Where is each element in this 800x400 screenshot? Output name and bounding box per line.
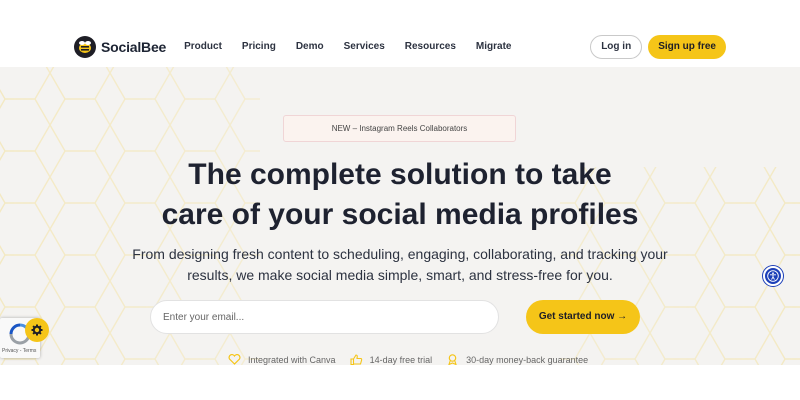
cookie-settings-button[interactable] — [25, 318, 49, 342]
nav-link-resources[interactable]: Resources — [405, 27, 456, 67]
accessibility-icon — [767, 270, 779, 282]
nav-link-migrate[interactable]: Migrate — [476, 27, 512, 67]
gear-icon — [31, 324, 43, 336]
feature-guarantee: 30-day money-back guarantee — [446, 354, 588, 365]
feature-trial: 14-day free trial — [350, 354, 433, 365]
login-button[interactable]: Log in — [590, 35, 643, 59]
subhead-line-2: results, we make social media simple, sm… — [187, 267, 613, 283]
feature-list: Integrated with Canva 14-day free trial … — [228, 354, 602, 365]
hero-subheading: From designing fresh content to scheduli… — [100, 244, 700, 286]
top-navbar: SocialBee Product Pricing Demo Services … — [62, 27, 738, 67]
hero-headline: The complete solution to take care of yo… — [0, 155, 800, 235]
nav-link-demo[interactable]: Demo — [296, 27, 324, 67]
brand-name: SocialBee — [101, 39, 167, 55]
feature-canva: Integrated with Canva — [228, 354, 336, 365]
bee-logo-icon — [74, 36, 96, 58]
email-input[interactable] — [150, 300, 499, 334]
feature-label: Integrated with Canva — [248, 354, 336, 365]
thumbs-up-icon — [350, 354, 362, 365]
recaptcha-terms[interactable]: Privacy - Terms — [2, 348, 40, 354]
badge-icon — [448, 354, 457, 365]
hero-section: NEW – Instagram Reels Collaborators The … — [0, 67, 800, 365]
headline-line-1: The complete solution to take — [188, 158, 612, 191]
get-started-button[interactable]: Get started now → — [526, 300, 640, 334]
subhead-line-1: From designing fresh content to scheduli… — [132, 246, 668, 262]
logo[interactable]: SocialBee — [74, 36, 166, 58]
headline-line-2: care of your social media profiles — [161, 198, 639, 231]
nav-link-pricing[interactable]: Pricing — [242, 27, 276, 67]
nav-links: Product Pricing Demo Services Resources … — [184, 27, 531, 67]
nav-link-product[interactable]: Product — [184, 27, 222, 67]
nav-actions: Log in Sign up free — [590, 35, 726, 59]
feature-label: 30-day money-back guarantee — [466, 354, 589, 365]
page: SocialBee Product Pricing Demo Services … — [0, 0, 800, 400]
accessibility-button[interactable] — [763, 266, 783, 286]
announcement-badge[interactable]: NEW – Instagram Reels Collaborators — [283, 115, 516, 142]
feature-label: 14-day free trial — [369, 354, 433, 365]
signup-button[interactable]: Sign up free — [648, 35, 726, 59]
nav-link-services[interactable]: Services — [344, 27, 385, 67]
heart-icon — [228, 354, 241, 365]
